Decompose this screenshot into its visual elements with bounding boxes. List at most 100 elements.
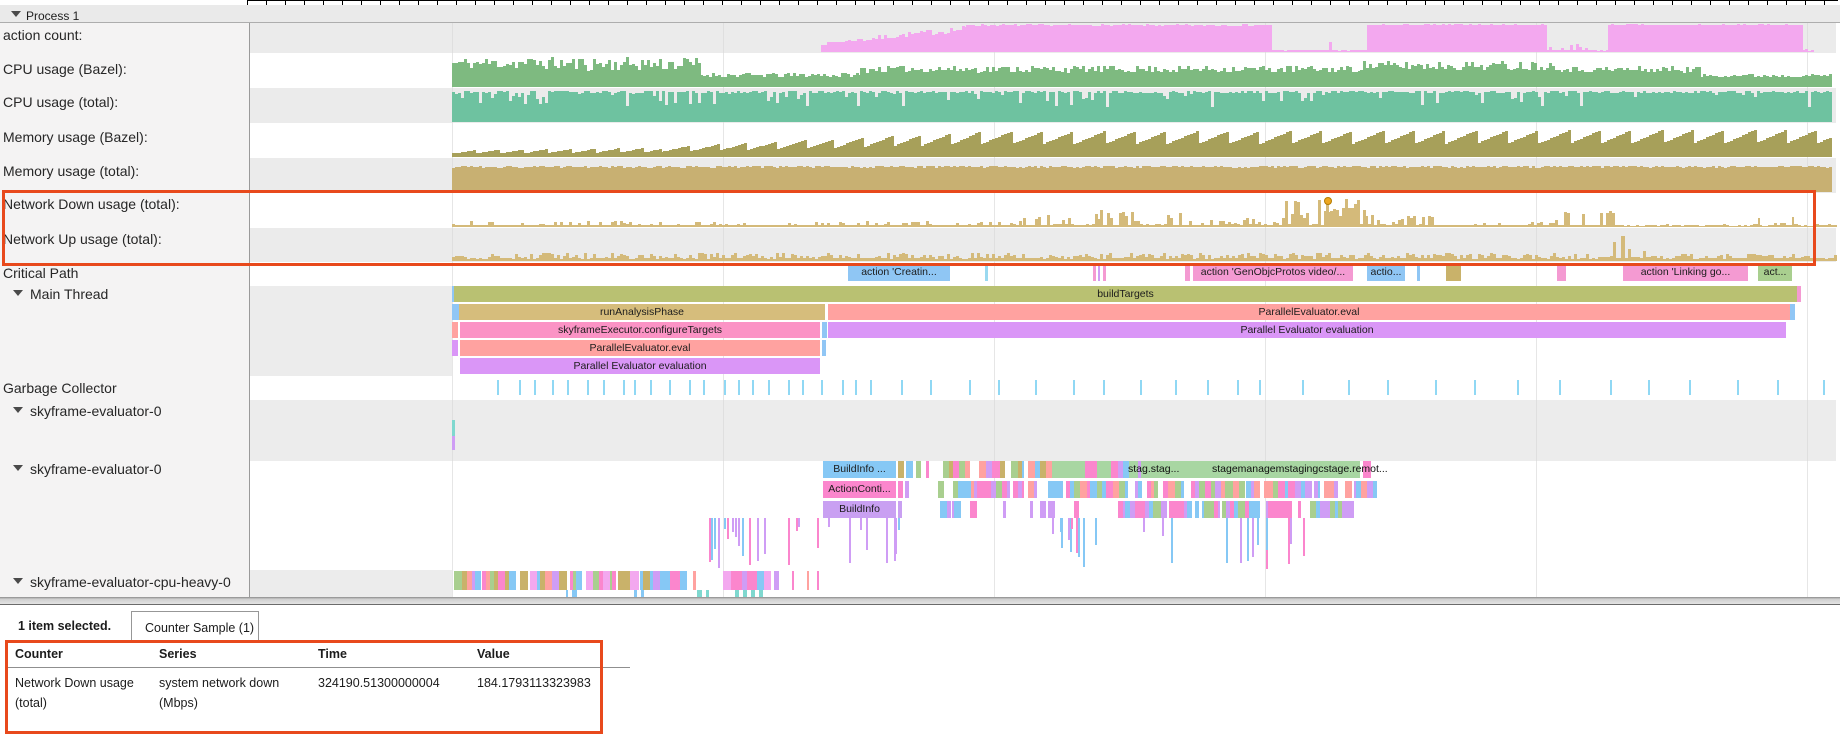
slice[interactable] [452, 304, 459, 320]
stack-hair [742, 518, 744, 556]
tab-counter-sample[interactable]: Counter Sample (1) [131, 611, 259, 641]
stack-hair [727, 518, 729, 539]
stack-hair [866, 518, 868, 550]
gc-tick [1387, 380, 1389, 395]
track-row-bg [249, 262, 1836, 283]
slice-parallel-evaluator-evaluation[interactable]: Parallel Evaluator evaluation [828, 322, 1786, 338]
cell-series-line1: system network down [159, 676, 279, 690]
slice[interactable] [916, 461, 921, 478]
stack-hair [757, 518, 759, 561]
gc-tick [703, 380, 705, 395]
stack-hair [1303, 518, 1305, 556]
slice[interactable] [898, 501, 902, 518]
slice-action-linking-go-[interactable]: action 'Linking go... [1623, 264, 1748, 281]
slice[interactable] [1185, 264, 1190, 281]
track-label: Critical Path [3, 266, 78, 281]
selected-sample-marker[interactable] [1324, 197, 1332, 205]
slice-parallel-evaluator-evaluation[interactable]: Parallel Evaluator evaluation [460, 358, 820, 374]
track-label: skyframe-evaluator-0 [30, 404, 162, 419]
track-label: Network Down usage (total): [3, 197, 180, 212]
slice[interactable] [985, 264, 988, 281]
stack-hair [1290, 518, 1292, 544]
slice-action-genobjcprotos-video-[interactable]: action 'GenObjcProtos video/... [1193, 264, 1353, 281]
gc-tick [497, 380, 499, 395]
gc-tick [1689, 380, 1691, 395]
collapse-triangle-icon [13, 578, 23, 584]
slice[interactable] [452, 340, 458, 356]
slice-actionconti-[interactable]: ActionConti... [823, 481, 896, 498]
stack-hair [1078, 518, 1080, 557]
pretrace-shade [249, 286, 452, 376]
slice-buildtargets[interactable]: buildTargets [454, 286, 1797, 302]
slice[interactable] [898, 461, 904, 478]
slice-buildinfo[interactable]: BuildInfo [823, 501, 896, 518]
gc-tick [1610, 380, 1612, 395]
gc-tick [1103, 380, 1105, 395]
slice[interactable] [1446, 264, 1461, 281]
slice-act-[interactable]: act... [1758, 264, 1792, 281]
gc-tick [842, 380, 844, 395]
slice[interactable] [822, 322, 827, 338]
stack-hair [1266, 518, 1268, 550]
slice-runanalysisphase[interactable]: runAnalysisPhase [459, 304, 825, 320]
col-header-series[interactable]: Series [159, 647, 197, 661]
track-label: Garbage Collector [3, 381, 117, 396]
gc-tick [998, 380, 1000, 395]
gc-tick [1823, 380, 1825, 395]
col-header-time[interactable]: Time [318, 647, 347, 661]
tab-label: Counter Sample (1) [145, 621, 254, 635]
slice[interactable] [905, 481, 909, 498]
slice[interactable] [1098, 264, 1100, 281]
stack-hair [1162, 518, 1164, 536]
cell-counter-line2: (total) [15, 696, 47, 710]
collapse-triangle-icon [13, 465, 23, 471]
slice[interactable] [898, 481, 903, 498]
mini-slice[interactable] [452, 420, 455, 436]
stack-hair [714, 518, 716, 549]
slice-parallelevaluator-eval[interactable]: ParallelEvaluator.eval [460, 340, 820, 356]
horizontal-scrollbar[interactable] [0, 597, 1840, 605]
stack-hair [1288, 518, 1290, 564]
slice[interactable] [1797, 286, 1801, 302]
cell-series-line2: (Mbps) [159, 696, 198, 710]
stack-hair [898, 518, 900, 530]
gc-tick [1259, 380, 1261, 395]
slice[interactable] [906, 461, 913, 478]
col-header-value[interactable]: Value [477, 647, 510, 661]
stack-hair [1083, 518, 1085, 567]
stack-hair [1257, 518, 1259, 545]
slice[interactable] [822, 340, 826, 356]
track-label: CPU usage (total): [3, 95, 118, 110]
slice[interactable] [452, 322, 458, 338]
pretrace-shade [249, 570, 452, 597]
green-block-label: stagemanagemstagingcstage.remot... [1212, 463, 1388, 475]
gc-tick [1559, 380, 1561, 395]
gc-tick [634, 380, 636, 395]
stack-hair [764, 518, 766, 554]
stack-hair [788, 518, 790, 565]
slice[interactable] [1790, 304, 1795, 320]
stack-hair [1226, 518, 1228, 563]
slice[interactable] [1557, 264, 1566, 281]
mini-slice[interactable] [452, 436, 455, 450]
gc-tick [1302, 380, 1304, 395]
gc-tick [534, 380, 536, 395]
gc-tick [1474, 380, 1476, 395]
slice-actio-[interactable]: actio... [1367, 264, 1405, 281]
slice-skyframeexecutor-configuretargets[interactable]: skyframeExecutor.configureTargets [460, 322, 820, 338]
stack-hair [886, 518, 888, 563]
slice-action-creatin-[interactable]: action 'Creatin... [848, 264, 950, 281]
slice[interactable] [926, 461, 929, 478]
slice[interactable] [1103, 264, 1106, 281]
slice-buildinfo-[interactable]: BuildInfo ... [823, 461, 896, 478]
gc-tick [930, 380, 932, 395]
gc-tick [623, 380, 625, 395]
slice[interactable] [1093, 264, 1096, 281]
stack-hair [1143, 518, 1145, 532]
col-header-counter[interactable]: Counter [15, 647, 63, 661]
slice-parallelevaluator-eval[interactable]: ParallelEvaluator.eval [828, 304, 1790, 320]
collapse-triangle-icon [13, 407, 23, 413]
slice[interactable] [1417, 264, 1420, 281]
collapse-triangle-icon [13, 290, 23, 296]
track-label: Memory usage (total): [3, 164, 139, 179]
